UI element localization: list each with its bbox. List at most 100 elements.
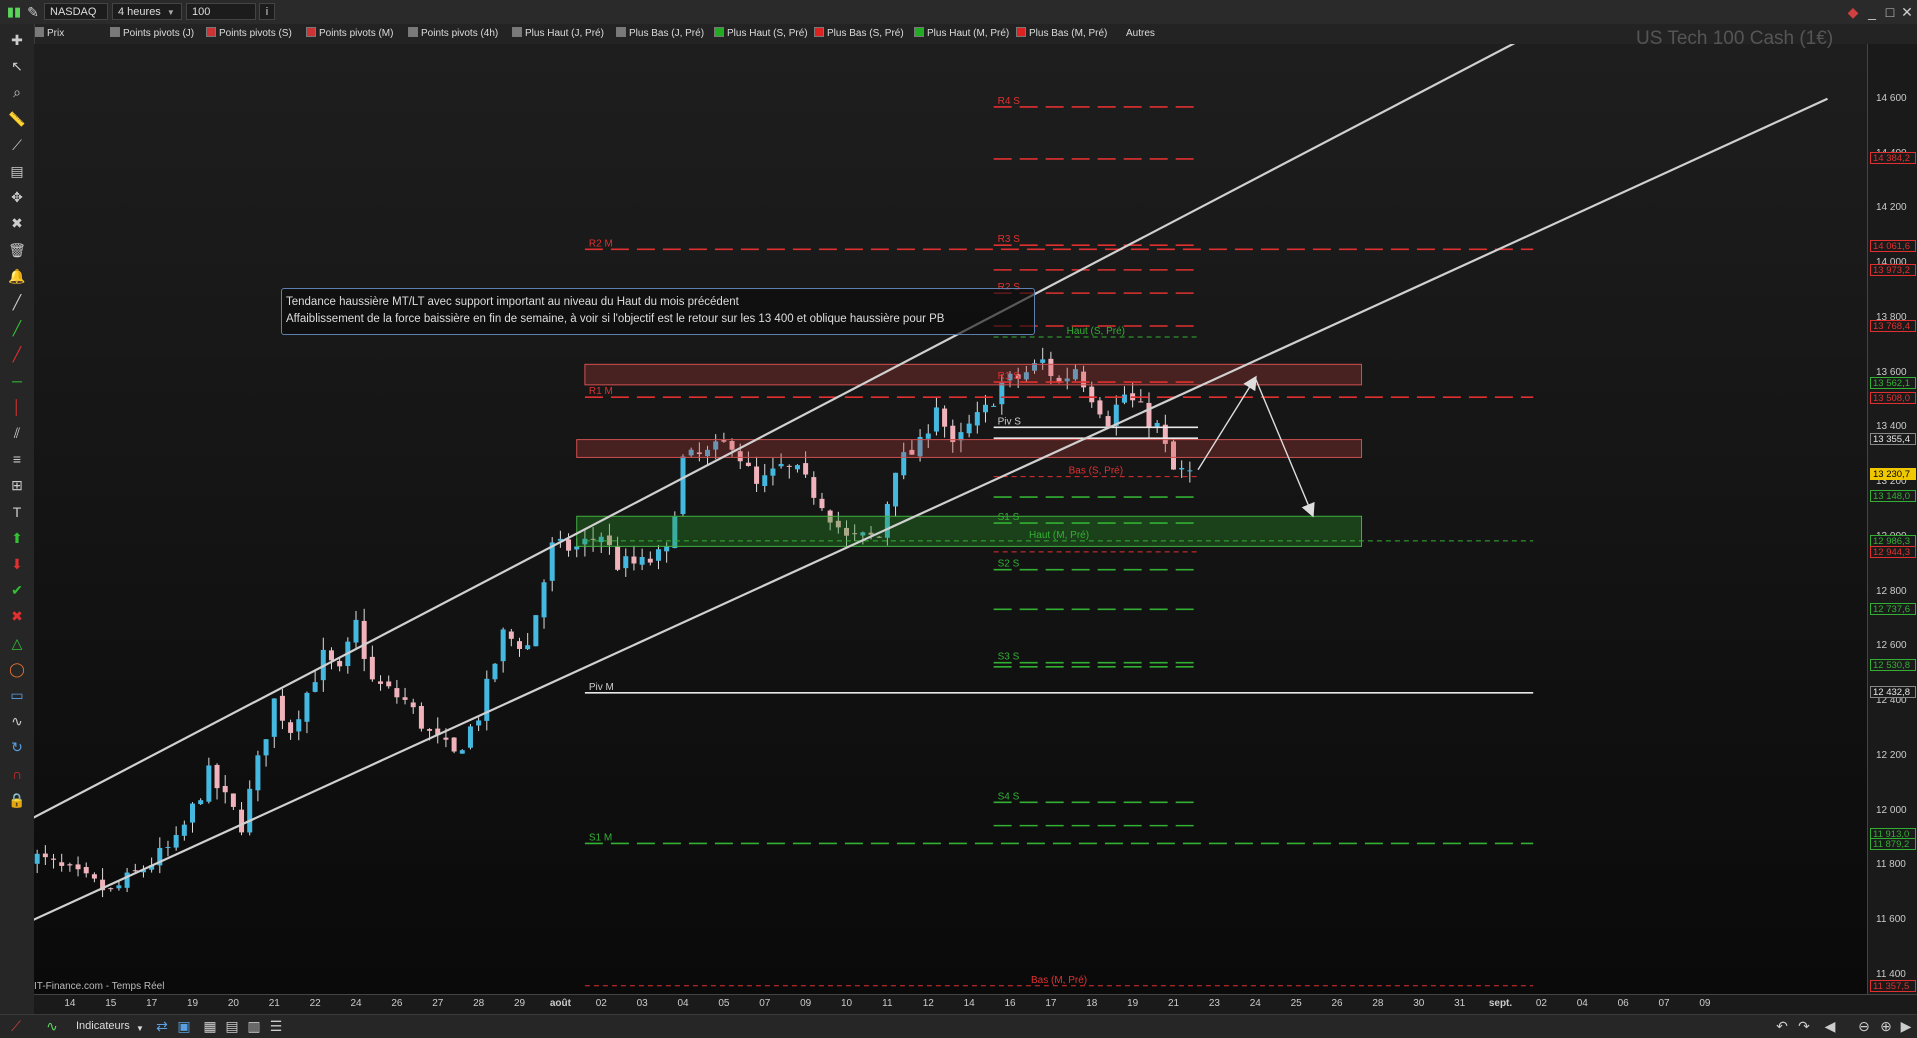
chart-settings-icon[interactable]: ◆ [1843,2,1863,22]
indicator-chip[interactable]: Points pivots (M) [306,26,393,42]
candle-up [476,720,482,726]
symbol-select[interactable]: NASDAQ [44,3,108,20]
indicator-chip[interactable]: Plus Bas (J, Pré) [616,26,704,42]
undo-icon[interactable]: ↶ [1772,1016,1792,1036]
indicator-chip[interactable]: Autres [1126,26,1155,42]
trash-icon[interactable]: 🗑 [7,240,27,260]
list-icon[interactable]: ☰ [266,1016,286,1036]
indicator-chip[interactable]: Prix [34,26,64,42]
chart-type-icon[interactable]: ▮▮ [4,2,24,22]
indicator-toggle-icon[interactable] [110,27,120,37]
price-axis[interactable]: 11 400 11 600 11 800 12 000 12 200 12 400 12 6… [1867,44,1917,994]
zoom-in-icon[interactable]: ⊕ [1876,1016,1896,1036]
ruler-icon[interactable]: 📏 [7,109,27,129]
up-arrow-icon[interactable]: ⬆ [7,528,27,548]
text-icon[interactable]: T [7,502,27,522]
alert-icon[interactable]: 🔔 [7,266,27,286]
indicator-chip[interactable]: Plus Haut (S, Pré) [714,26,808,42]
candle-up [525,645,531,650]
indicator-toggle-icon[interactable] [206,27,216,37]
zoom-icon[interactable]: ⌕ [7,82,27,102]
scroll-left-icon[interactable]: ◀ [1820,1016,1840,1036]
time-axis[interactable]: 14 15 17 19 20 21 22 24 26 27 28 29 août 02 03 04 05 07 09… [34,994,1917,1015]
lock-icon[interactable]: 🔒 [7,790,27,810]
candle-down [819,498,825,509]
x-tick-label: 26 [391,998,403,1009]
indicators-button[interactable]: Indicateurs [76,1018,130,1035]
zoom-out-icon[interactable]: ⊖ [1854,1016,1874,1036]
indicator-chip[interactable]: Plus Bas (S, Pré) [814,26,904,42]
candle-down [369,656,375,680]
bottom-toolbar: ⟋ ∿ Indicateurs ▼ ⇄ ▣ ▦ ▤ ▥ ☰ ↶ ↷ ◀ ⊖ ⊕ … [0,1014,1917,1038]
redo-icon[interactable]: ↷ [1794,1016,1814,1036]
arrow-icon[interactable]: ↖ [7,56,27,76]
annotation-note[interactable]: Tendance haussière MT/LT avec support im… [281,288,1035,335]
minimize-icon[interactable]: _ [1862,2,1882,22]
indicator-chip[interactable]: Points pivots (4h) [408,26,498,42]
indicator-toggle-icon[interactable] [914,27,924,37]
layout-icon[interactable]: ▦ [200,1016,220,1036]
green-line-icon[interactable]: ╱ [7,318,27,338]
indicator-toggle-icon[interactable] [1016,27,1026,37]
indicator-toggle-icon[interactable] [34,27,44,37]
ellipse-icon[interactable]: ◯ [7,659,27,679]
down-arrow-icon[interactable]: ⬇ [7,554,27,574]
price-level-label: 14 384,2 [1870,151,1916,164]
cursor-icon[interactable]: ✚ [7,30,27,50]
indicator-chip[interactable]: Points pivots (S) [206,26,292,42]
x-tick-label: 23 [1208,998,1220,1009]
indicator-toggle-icon[interactable] [714,27,724,37]
candle-down [811,477,817,498]
close-icon[interactable]: ✕ [1897,2,1917,22]
indicator-chip[interactable]: Plus Bas (M, Pré) [1016,26,1107,42]
vertical-line-icon[interactable]: │ [7,397,27,417]
candle-up [991,405,997,407]
indicator-toggle-icon[interactable] [814,27,824,37]
rotate-icon[interactable]: ↻ [7,737,27,757]
price-chart[interactable]: R4 SR3 SR2 MR2 SHaut (S, Pré)R1 SR1 MPiv… [34,44,1867,994]
chevron-down-icon[interactable]: ▼ [136,1020,144,1037]
table-icon[interactable]: ▤ [222,1016,242,1036]
tools-icon[interactable]: ✖ [7,213,27,233]
fib-icon[interactable]: ≡ [7,449,27,469]
chart-area[interactable]: R4 SR3 SR2 MR2 SHaut (S, Pré)R1 SR1 MPiv… [34,28,1867,994]
cross-icon[interactable]: ✖ [7,606,27,626]
line-icon[interactable]: ⟋ [7,135,27,155]
share-icon[interactable]: ⇄ [152,1016,172,1036]
candle-down [378,681,384,684]
move-icon[interactable]: ✥ [7,187,27,207]
page-icon[interactable]: ▤ [7,161,27,181]
grid-icon[interactable]: ▥ [244,1016,264,1036]
timeframe-select[interactable]: 4 heures ▼ [112,3,182,20]
info-button[interactable]: i [259,3,275,20]
wave-icon[interactable]: ∿ [7,711,27,731]
draw-mode-icon[interactable]: ⟋ [6,1016,26,1036]
horizontal-line-icon[interactable]: ─ [7,371,27,391]
trend-line-icon[interactable]: ╱ [7,292,27,312]
indicator-chip[interactable]: Plus Haut (M, Pré) [914,26,1009,42]
candle-up [500,629,506,662]
indicator-toggle-icon[interactable] [408,27,418,37]
red-line-icon[interactable]: ╱ [7,344,27,364]
rectangle-icon[interactable]: ▭ [7,685,27,705]
triangle-icon[interactable]: △ [7,633,27,653]
y-tick-label: 12 200 [1876,749,1907,761]
indicator-toggle-icon[interactable] [306,27,316,37]
indicators-icon[interactable]: ∿ [42,1016,62,1036]
scroll-right-icon[interactable]: ▶ [1896,1016,1916,1036]
magnet-icon[interactable]: ∩ [7,764,27,784]
drawing-toolbar: ✚ ↖ ⌕ 📏 ⟋ ▤ ✥ ✖ 🗑 🔔 ╱ ╱ ╱ ─ │ ⫽ ≡ ⊞ T ⬆ ⬇ ✔ ✖ △ ◯ ▭ ∿ ↻ ∩ 🔒 [0,24,35,1014]
window-icon[interactable]: ▣ [174,1016,194,1036]
units-select[interactable]: 100 unités▼ [186,3,256,35]
gann-icon[interactable]: ⊞ [7,475,27,495]
x-tick-label: 28 [473,998,485,1009]
indicator-chip[interactable]: Plus Haut (J, Pré) [512,26,604,42]
indicator-toggle-icon[interactable] [616,27,626,37]
candle-up [124,872,130,888]
edit-icon[interactable]: ✎ [23,2,43,22]
channel-icon[interactable]: ⫽ [7,423,27,443]
check-icon[interactable]: ✔ [7,580,27,600]
candle-up [533,615,539,647]
indicator-toggle-icon[interactable] [512,27,522,37]
indicator-chip[interactable]: Points pivots (J) [110,26,194,42]
